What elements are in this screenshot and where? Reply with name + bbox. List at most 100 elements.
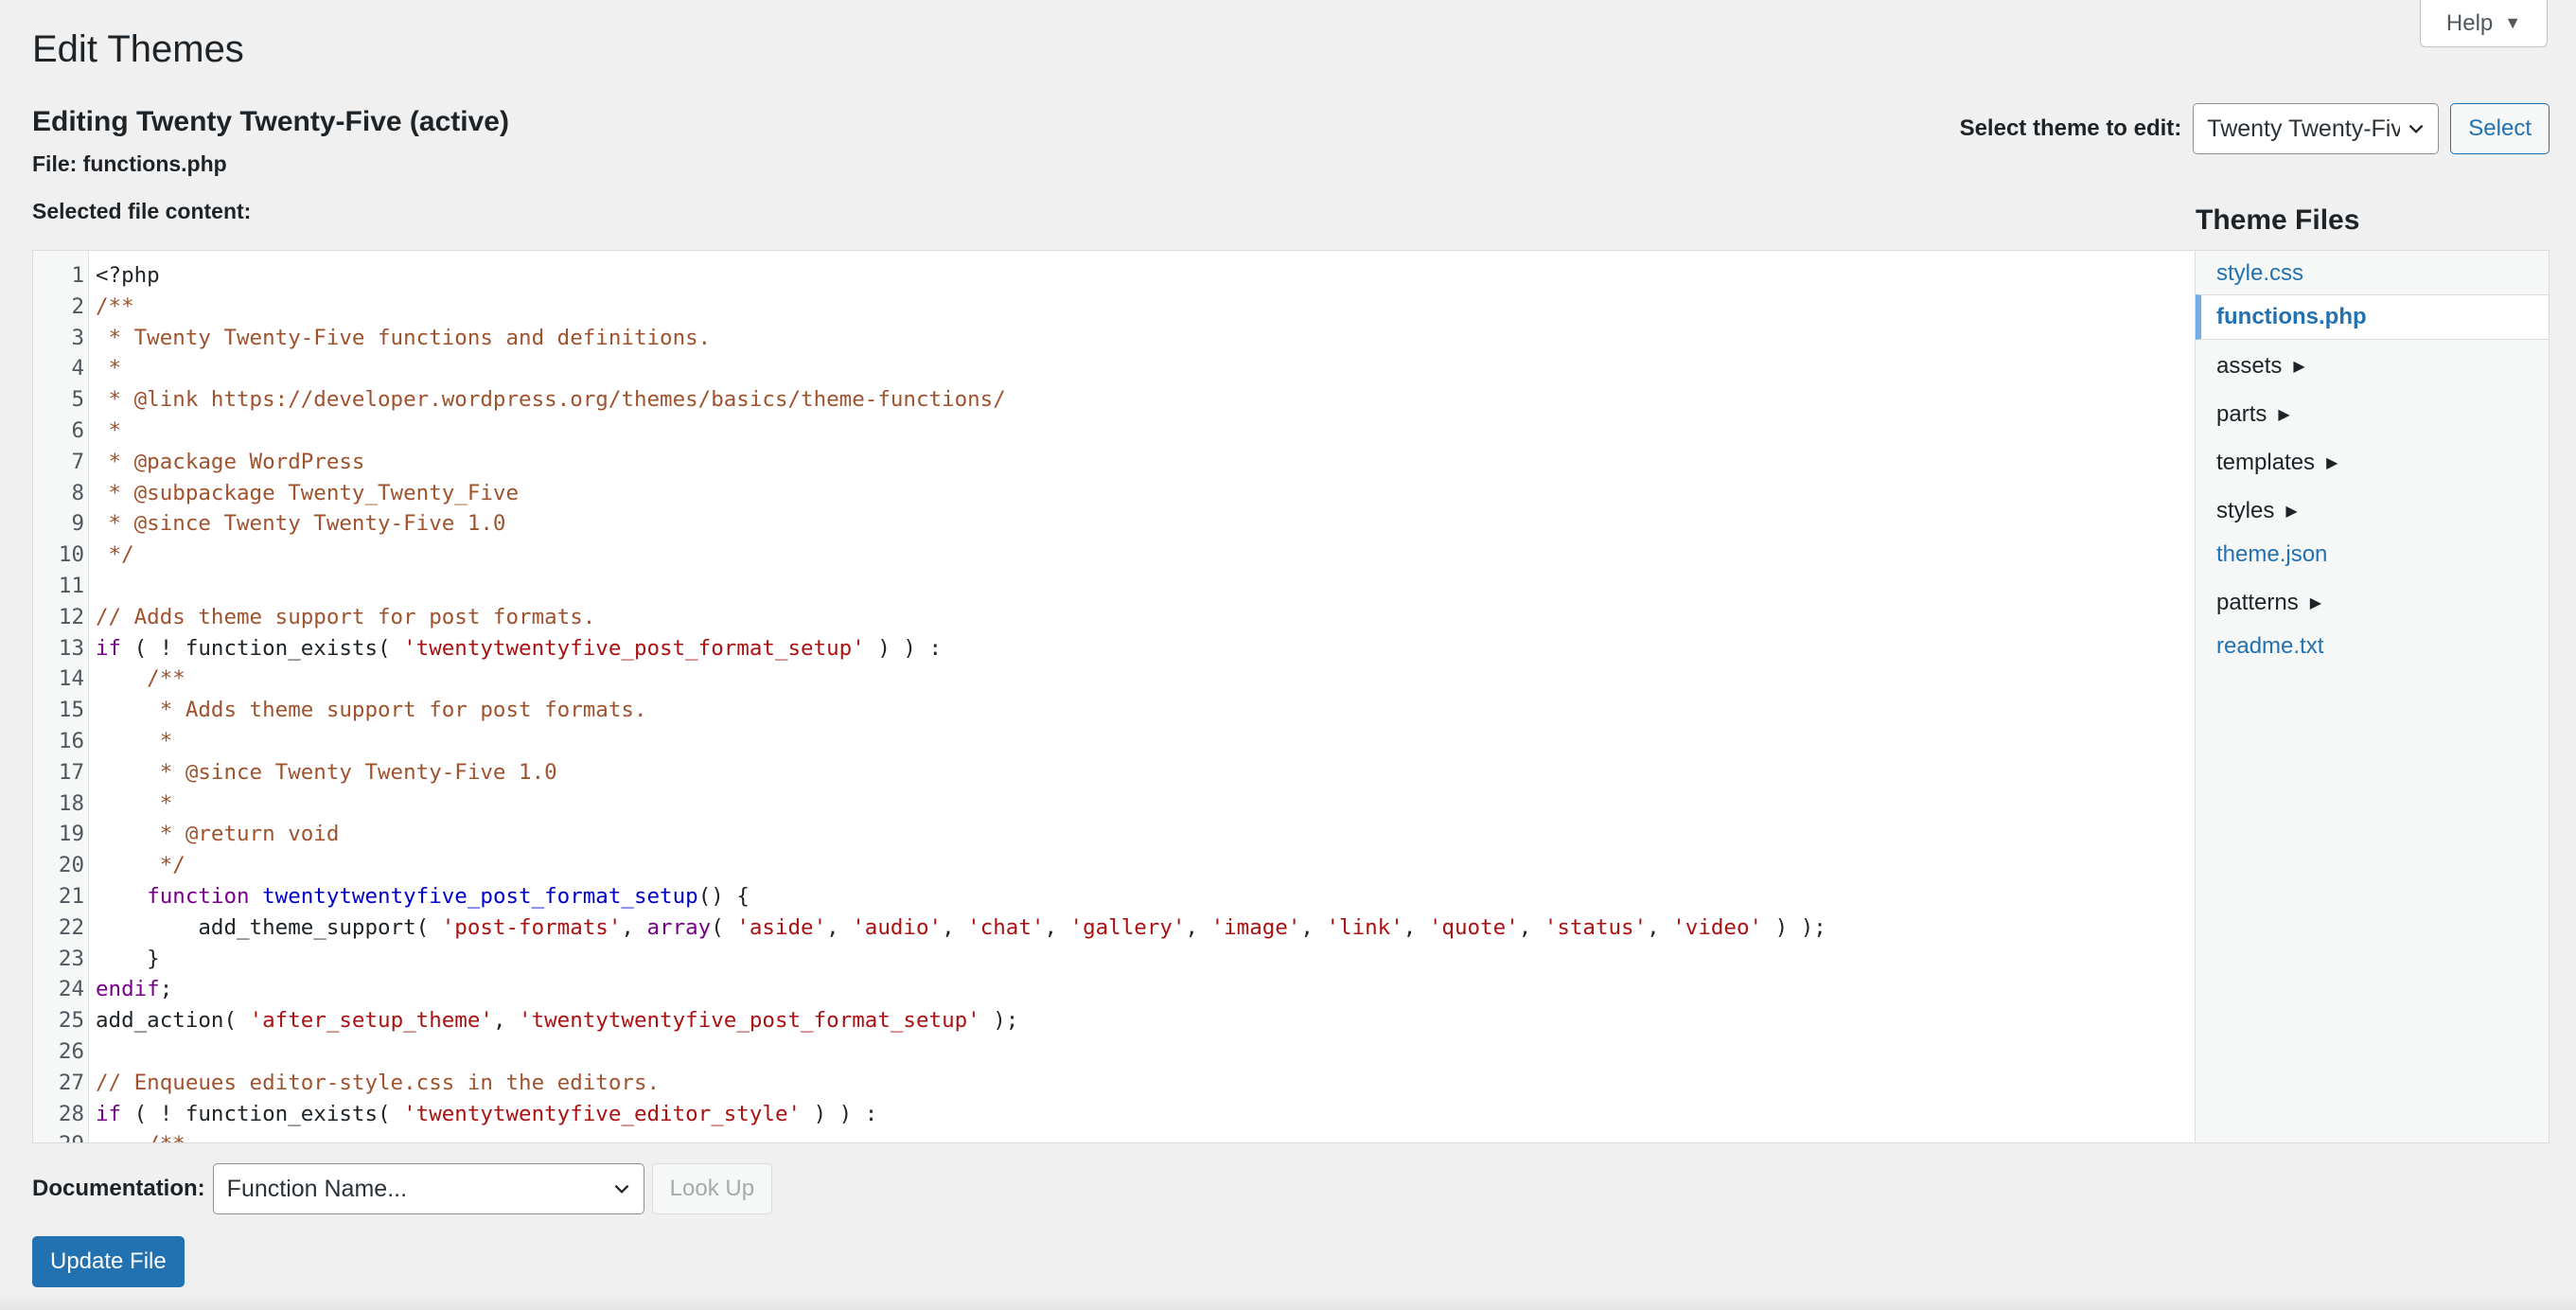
theme-file-parts[interactable]: parts ▶ [2196, 392, 2549, 437]
line-number: 13 [58, 635, 84, 661]
chevron-down-icon [614, 1184, 629, 1194]
code-line: 28 if ( ! function_exists( 'twentytwentyf… [33, 1099, 2195, 1130]
code-line: 29 /** [33, 1129, 2195, 1142]
line-number: 19 [58, 822, 84, 847]
page-title: Edit Themes [32, 28, 244, 70]
code-token: */ [96, 853, 185, 878]
line-number: 3 [71, 325, 84, 350]
theme-select[interactable]: Twenty Twenty-Five [2193, 103, 2440, 154]
code-line: 15 * Adds theme support for post formats… [33, 695, 2195, 726]
code-line: 24 endif; [33, 974, 2195, 1005]
code-token: , [1300, 914, 1327, 940]
bottom-edge [0, 1291, 2576, 1310]
code-text: * @return void [84, 819, 340, 850]
theme-file-theme-json[interactable]: theme.json [2196, 532, 2549, 577]
theme-file-styles[interactable]: styles ▶ [2196, 488, 2549, 534]
code-line: 8 * @subpackage Twenty_Twenty_Five [33, 478, 2195, 509]
code-token: 'twentytwentyfive_post_format_setup' [403, 635, 865, 661]
theme-file-readme-txt[interactable]: readme.txt [2196, 624, 2549, 669]
code-text: add_theme_support( 'post-formats', array… [84, 912, 1826, 944]
code-token: ( ! function_exists( [121, 635, 404, 661]
code-token: add_theme_support( [96, 914, 442, 940]
expand-triangle-icon: ▶ [2326, 455, 2338, 471]
code-line: 22 add_theme_support( 'post-formats', ar… [33, 912, 2195, 944]
theme-file-label: theme.json [2216, 541, 2328, 567]
line-number: 20 [58, 853, 84, 878]
update-file-button[interactable]: Update File [32, 1236, 185, 1287]
code-token: <?php [96, 263, 160, 288]
code-content[interactable]: 1 <?php 2 /** 3 * Twenty Twenty-Five functio… [33, 260, 2195, 1142]
function-name-select[interactable]: Function Name... [212, 1163, 644, 1214]
code-text: * @since Twenty Twenty-Five 1.0 [84, 508, 506, 540]
code-token: , [492, 1008, 520, 1034]
code-text: add_action( 'after_setup_theme', 'twenty… [84, 1005, 1018, 1036]
code-text: * @subpackage Twenty_Twenty_Five [84, 478, 520, 509]
line-number: 27 [58, 1070, 84, 1095]
theme-file-label: patterns [2216, 590, 2299, 615]
theme-file-style-css[interactable]: style.css [2196, 251, 2549, 296]
code-token: , [621, 914, 647, 940]
code-text: <?php [84, 260, 160, 292]
code-token: * [96, 417, 122, 443]
code-token: ( ! function_exists( [121, 1101, 404, 1126]
code-token: */ [96, 542, 134, 568]
code-token: * Twenty Twenty-Five functions and defin… [96, 325, 712, 350]
code-token: 'chat' [967, 914, 1045, 940]
code-token: , [1647, 914, 1673, 940]
line-number: 21 [58, 883, 84, 909]
theme-file-assets[interactable]: assets ▶ [2196, 344, 2549, 389]
help-button[interactable]: Help ▼ [2420, 0, 2548, 47]
select-theme-button[interactable]: Select [2450, 103, 2550, 154]
code-line: 6 * [33, 416, 2195, 447]
theme-files-panel: style.css functions.php assets ▶ parts ▶ templ… [2196, 250, 2550, 1143]
code-line: 27 // Enqueues editor-style.css in the ed… [33, 1068, 2195, 1099]
code-token: * @return void [96, 822, 340, 847]
line-number: 22 [58, 914, 84, 940]
code-token: 'status' [1544, 914, 1648, 940]
line-number: 6 [71, 417, 84, 443]
line-number: 16 [58, 728, 84, 753]
code-token: * @package WordPress [96, 449, 365, 474]
expand-triangle-icon: ▶ [2278, 407, 2290, 423]
code-text: * [84, 726, 173, 757]
theme-file-patterns[interactable]: patterns ▶ [2196, 580, 2549, 626]
code-text: * [84, 416, 122, 447]
help-label: Help [2445, 9, 2494, 36]
line-number: 7 [71, 449, 84, 474]
code-line: 19 * @return void [33, 819, 2195, 850]
code-text: } [84, 944, 160, 975]
code-token: * [96, 728, 173, 753]
line-number: 9 [71, 511, 84, 537]
code-token: /** [96, 1132, 185, 1142]
code-token: * @link https://developer.wordpress.org/… [96, 387, 1006, 413]
code-text: * @since Twenty Twenty-Five 1.0 [84, 757, 557, 788]
line-number: 5 [71, 387, 84, 413]
code-token: * @since Twenty Twenty-Five 1.0 [96, 759, 557, 785]
code-token: 'after_setup_theme' [249, 1008, 493, 1034]
code-line: 20 */ [33, 850, 2195, 881]
code-text: /** [84, 664, 185, 695]
look-up-button[interactable]: Look Up [651, 1163, 773, 1214]
theme-file-label: assets [2216, 353, 2283, 379]
selected-content-label: Selected file content: [32, 199, 252, 223]
theme-file-functions-php[interactable]: functions.php [2196, 294, 2549, 340]
code-line: 16 * [33, 726, 2195, 757]
line-number: 23 [58, 946, 84, 971]
line-number: 28 [58, 1101, 84, 1126]
code-token: add_action( [96, 1008, 250, 1034]
code-token: , [1044, 914, 1070, 940]
caret-down-icon: ▼ [2504, 13, 2522, 32]
code-editor[interactable]: 1 <?php 2 /** 3 * Twenty Twenty-Five functio… [32, 250, 2196, 1143]
code-token: ) ); [1762, 914, 1826, 940]
line-number: 10 [58, 542, 84, 568]
line-number: 25 [58, 1008, 84, 1034]
theme-files-title: Theme Files [2196, 204, 2360, 236]
code-token: , [1403, 914, 1429, 940]
code-line: 14 /** [33, 664, 2195, 695]
code-token: 'audio' [852, 914, 943, 940]
code-text: /** [84, 292, 134, 323]
code-text: endif; [84, 974, 172, 1005]
theme-file-templates[interactable]: templates ▶ [2196, 440, 2549, 486]
file-label-prefix: File: [32, 151, 78, 176]
